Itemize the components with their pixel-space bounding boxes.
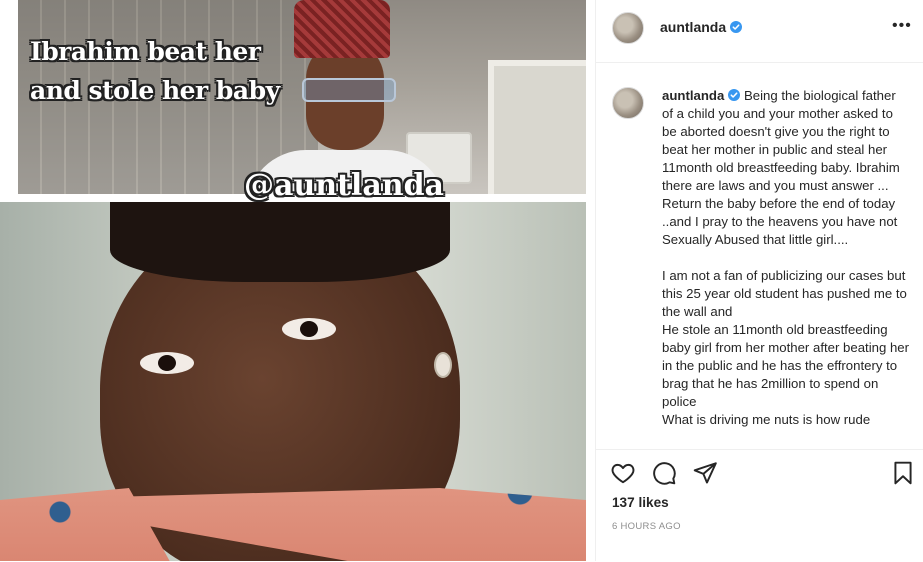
verified-badge-icon (730, 21, 743, 33)
post-media[interactable]: Ibrahim beat her and stole her baby @aun… (0, 0, 595, 561)
heart-icon (611, 463, 635, 484)
media-overlay-handle: @auntlanda (244, 168, 444, 203)
more-options-button[interactable]: ••• (892, 17, 912, 35)
action-bar: 137 likes 6 HOURS AGO (596, 449, 923, 562)
caption-text: Being the biological father of a child y… (662, 88, 910, 427)
caption-area[interactable]: auntlanda Being the biological father of… (596, 63, 923, 449)
avatar[interactable] (612, 12, 644, 44)
comment-icon (653, 462, 676, 485)
post-sidebar: auntlanda ••• auntlanda Being the biolog… (595, 0, 923, 561)
comment-button[interactable] (651, 460, 679, 488)
header-username[interactable]: auntlanda (660, 19, 743, 35)
save-button[interactable] (890, 460, 918, 488)
bottom-photo (0, 202, 586, 561)
like-button[interactable] (610, 460, 638, 488)
caption-avatar[interactable] (612, 87, 644, 119)
likes-count[interactable]: 137 likes (612, 495, 669, 510)
post-header: auntlanda ••• (596, 0, 923, 63)
paper-plane-icon (693, 462, 717, 484)
post-timestamp[interactable]: 6 HOURS AGO (612, 521, 681, 532)
verified-badge-icon (728, 89, 741, 101)
bookmark-icon (894, 461, 912, 485)
caption: auntlanda Being the biological father of… (662, 87, 910, 429)
media-overlay-title: Ibrahim beat her and stole her baby (30, 37, 280, 105)
share-button[interactable] (692, 460, 720, 488)
caption-username[interactable]: auntlanda (662, 88, 741, 103)
